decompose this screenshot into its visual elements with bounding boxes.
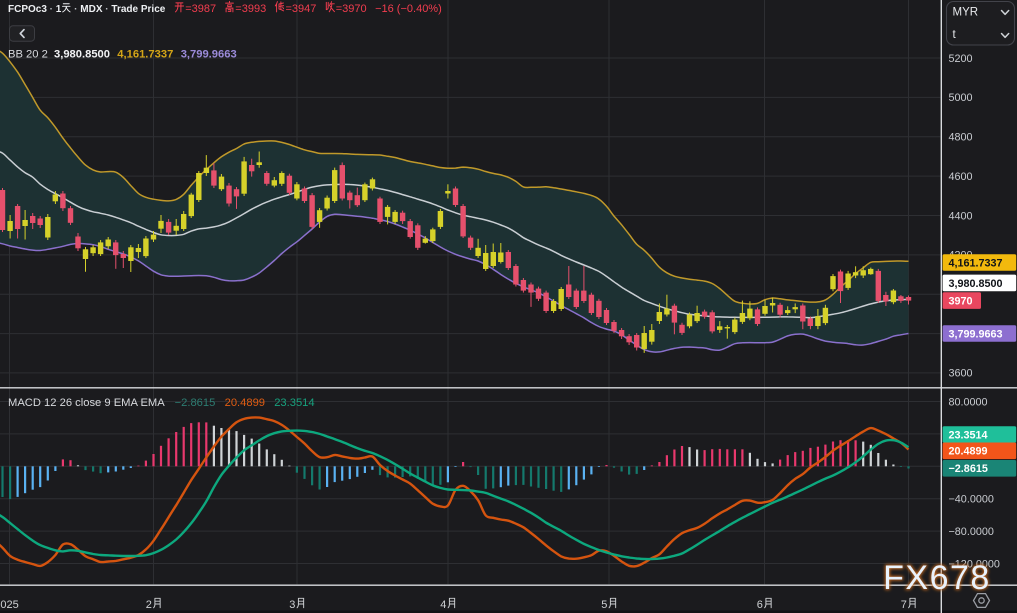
svg-text:−2.8615: −2.8615 (949, 463, 988, 475)
svg-text:1: 1 (56, 4, 62, 15)
svg-text:6: 6 (757, 599, 763, 611)
svg-text:MACD 12 26 close 9 EMA EMA: MACD 12 26 close 9 EMA EMA (8, 397, 165, 409)
svg-text:2025: 2025 (0, 599, 19, 611)
svg-text:80.0000: 80.0000 (949, 396, 988, 408)
svg-text:3,799.9663: 3,799.9663 (949, 328, 1003, 340)
svg-text:MDX: MDX (80, 4, 103, 15)
svg-text:4: 4 (440, 599, 446, 611)
svg-text:·: · (103, 4, 112, 15)
svg-text:4800: 4800 (949, 132, 973, 144)
svg-text:5000: 5000 (949, 92, 973, 104)
svg-text:23.3514: 23.3514 (949, 429, 988, 441)
svg-text:3: 3 (289, 599, 295, 611)
svg-text:=3993: =3993 (235, 3, 266, 15)
svg-text:Trade Price: Trade Price (111, 4, 165, 15)
svg-text:4,161.7337: 4,161.7337 (949, 257, 1003, 269)
svg-text:7: 7 (901, 599, 907, 611)
svg-text:4600: 4600 (949, 171, 973, 183)
svg-text:3,980.8500: 3,980.8500 (949, 278, 1003, 290)
svg-text:5200: 5200 (949, 53, 973, 65)
svg-text:5: 5 (601, 599, 607, 611)
svg-text:20.4899: 20.4899 (949, 446, 988, 458)
svg-text:4400: 4400 (949, 210, 973, 222)
svg-text:−16 (−0.40%): −16 (−0.40%) (375, 3, 442, 15)
svg-text:=3947: =3947 (286, 3, 317, 15)
svg-text:·: · (47, 4, 56, 15)
svg-text:−80.0000: −80.0000 (949, 526, 994, 538)
svg-text:3970: 3970 (949, 296, 973, 308)
svg-text:2: 2 (146, 599, 152, 611)
svg-text:−2.8615: −2.8615 (175, 397, 216, 409)
svg-text:−40.0000: −40.0000 (949, 494, 994, 506)
svg-text:FX678: FX678 (883, 559, 991, 597)
svg-text:3,980.8500: 3,980.8500 (54, 49, 110, 61)
svg-text:4,161.7337: 4,161.7337 (117, 49, 173, 61)
svg-text:=3970: =3970 (336, 3, 367, 15)
svg-text:MYR: MYR (953, 6, 979, 18)
svg-text:·: · (71, 4, 80, 15)
svg-text:FCPOc3: FCPOc3 (8, 4, 47, 15)
svg-text:23.3514: 23.3514 (274, 397, 314, 409)
svg-text:20.4899: 20.4899 (225, 397, 265, 409)
svg-text:3600: 3600 (949, 368, 973, 380)
svg-text:BB 20 2: BB 20 2 (8, 49, 48, 61)
svg-text:=3987: =3987 (185, 3, 216, 15)
svg-text:3,799.9663: 3,799.9663 (181, 49, 237, 61)
